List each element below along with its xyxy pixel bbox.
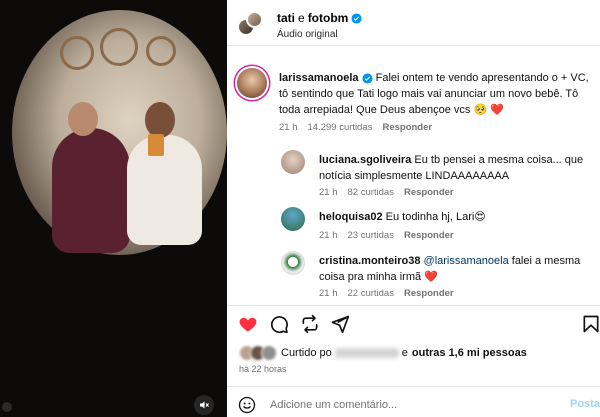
- likes-summary[interactable]: Curtido po e outras 1,6 mi pessoas: [239, 345, 527, 361]
- divider: [227, 386, 600, 387]
- comment-text: heloquisa02 Eu todinha hj, Lari😍: [319, 209, 589, 225]
- verified-badge-icon: [362, 73, 373, 84]
- repost-icon: [302, 314, 318, 334]
- heart-filled-icon: [239, 317, 257, 332]
- likes-prefix: Curtido po: [281, 347, 332, 359]
- post-panel: tati e fotobm Áudio original larissamano…: [227, 0, 600, 417]
- repost-button[interactable]: [299, 313, 321, 335]
- reply-button[interactable]: Responder: [382, 122, 432, 133]
- comment-time: 21 h: [319, 187, 338, 198]
- comment-likes[interactable]: 82 curtidas: [348, 187, 394, 198]
- avatar[interactable]: [281, 150, 305, 174]
- avatar[interactable]: [281, 207, 305, 231]
- emoji-button[interactable]: [238, 396, 256, 414]
- author-username[interactable]: fotobm: [308, 11, 349, 25]
- avatar: [261, 345, 277, 361]
- divider: [227, 305, 600, 306]
- avatar: [246, 11, 263, 28]
- divider: [227, 45, 600, 46]
- comment-time: 21 h: [319, 230, 338, 241]
- avatar[interactable]: [281, 251, 305, 275]
- comment-text: cristina.monteiro38 @larissamanoela fale…: [319, 253, 594, 285]
- verified-badge-icon: [351, 12, 362, 24]
- wall-basket: [60, 36, 94, 70]
- comment-meta: 21 h 22 curtidas Responder: [319, 288, 454, 299]
- comment-likes[interactable]: 14.299 curtidas: [308, 122, 373, 133]
- person-right: [127, 135, 202, 245]
- comment-time: 21 h: [319, 288, 338, 299]
- comment-username[interactable]: larissamanoela: [279, 72, 359, 84]
- comment-likes[interactable]: 22 curtidas: [348, 288, 394, 299]
- share-button[interactable]: [329, 313, 351, 335]
- action-bar: [237, 313, 600, 337]
- comment-input[interactable]: [270, 395, 550, 415]
- speaker-muted-icon: [200, 401, 209, 409]
- media-indicator: [2, 402, 12, 412]
- wall-basket: [146, 36, 176, 66]
- juice-box: [148, 134, 164, 156]
- save-button[interactable]: [580, 313, 600, 335]
- bookmark-icon: [583, 315, 599, 333]
- comment-username[interactable]: luciana.sgoliveira: [319, 154, 411, 166]
- comment-mention[interactable]: @larissamanoela: [420, 255, 509, 267]
- audio-link[interactable]: Áudio original: [277, 29, 338, 40]
- collab-avatars[interactable]: [237, 11, 263, 37]
- post-timestamp[interactable]: há 22 horas: [239, 364, 287, 374]
- comment-bubble-icon: [270, 316, 288, 334]
- comment-meta: 21 h 82 curtidas Responder: [319, 187, 454, 198]
- author-username[interactable]: tati: [277, 11, 295, 25]
- comment-time: 21 h: [279, 122, 298, 133]
- comment-body: Eu todinha hj, Lari😍: [382, 211, 486, 223]
- likes-others[interactable]: outras 1,6 mi pessoas: [412, 347, 527, 359]
- comment-text: luciana.sgoliveira Eu tb pensei a mesma …: [319, 152, 589, 184]
- comment-button[interactable]: [268, 313, 290, 335]
- mute-button[interactable]: [194, 395, 214, 415]
- liker-avatars: [239, 345, 277, 361]
- author-connector: e: [298, 11, 305, 25]
- comment-username[interactable]: heloquisa02: [319, 211, 383, 223]
- post-header: tati e fotobm Áudio original: [227, 0, 600, 45]
- post-media[interactable]: [0, 0, 227, 417]
- comment-likes[interactable]: 23 curtidas: [348, 230, 394, 241]
- comment-composer: Postar: [227, 392, 600, 417]
- blurred-username: [334, 348, 399, 358]
- like-button[interactable]: [237, 313, 259, 335]
- paper-plane-icon: [331, 315, 350, 334]
- smiley-icon: [238, 396, 256, 414]
- person-left-head: [68, 102, 98, 136]
- post-button[interactable]: Postar: [570, 398, 600, 410]
- comment-meta: 21 h 23 curtidas Responder: [319, 230, 454, 241]
- video-frame: [12, 10, 227, 255]
- likes-suffix: e: [401, 347, 408, 359]
- wall-basket: [100, 28, 138, 66]
- person-right-head: [145, 102, 175, 138]
- reply-button[interactable]: Responder: [404, 288, 454, 299]
- comment-username[interactable]: cristina.monteiro38: [319, 255, 420, 267]
- reply-button[interactable]: Responder: [404, 187, 454, 198]
- comment-text: larissamanoela Falei ontem te vendo apre…: [279, 70, 597, 118]
- avatar[interactable]: [237, 68, 267, 98]
- reply-button[interactable]: Responder: [404, 230, 454, 241]
- comment: larissamanoela Falei ontem te vendo apre…: [237, 68, 600, 138]
- person-left: [52, 128, 130, 253]
- post-authors: tati e fotobm: [277, 11, 362, 25]
- comment-meta: 21 h 14.299 curtidas Responder: [279, 122, 432, 133]
